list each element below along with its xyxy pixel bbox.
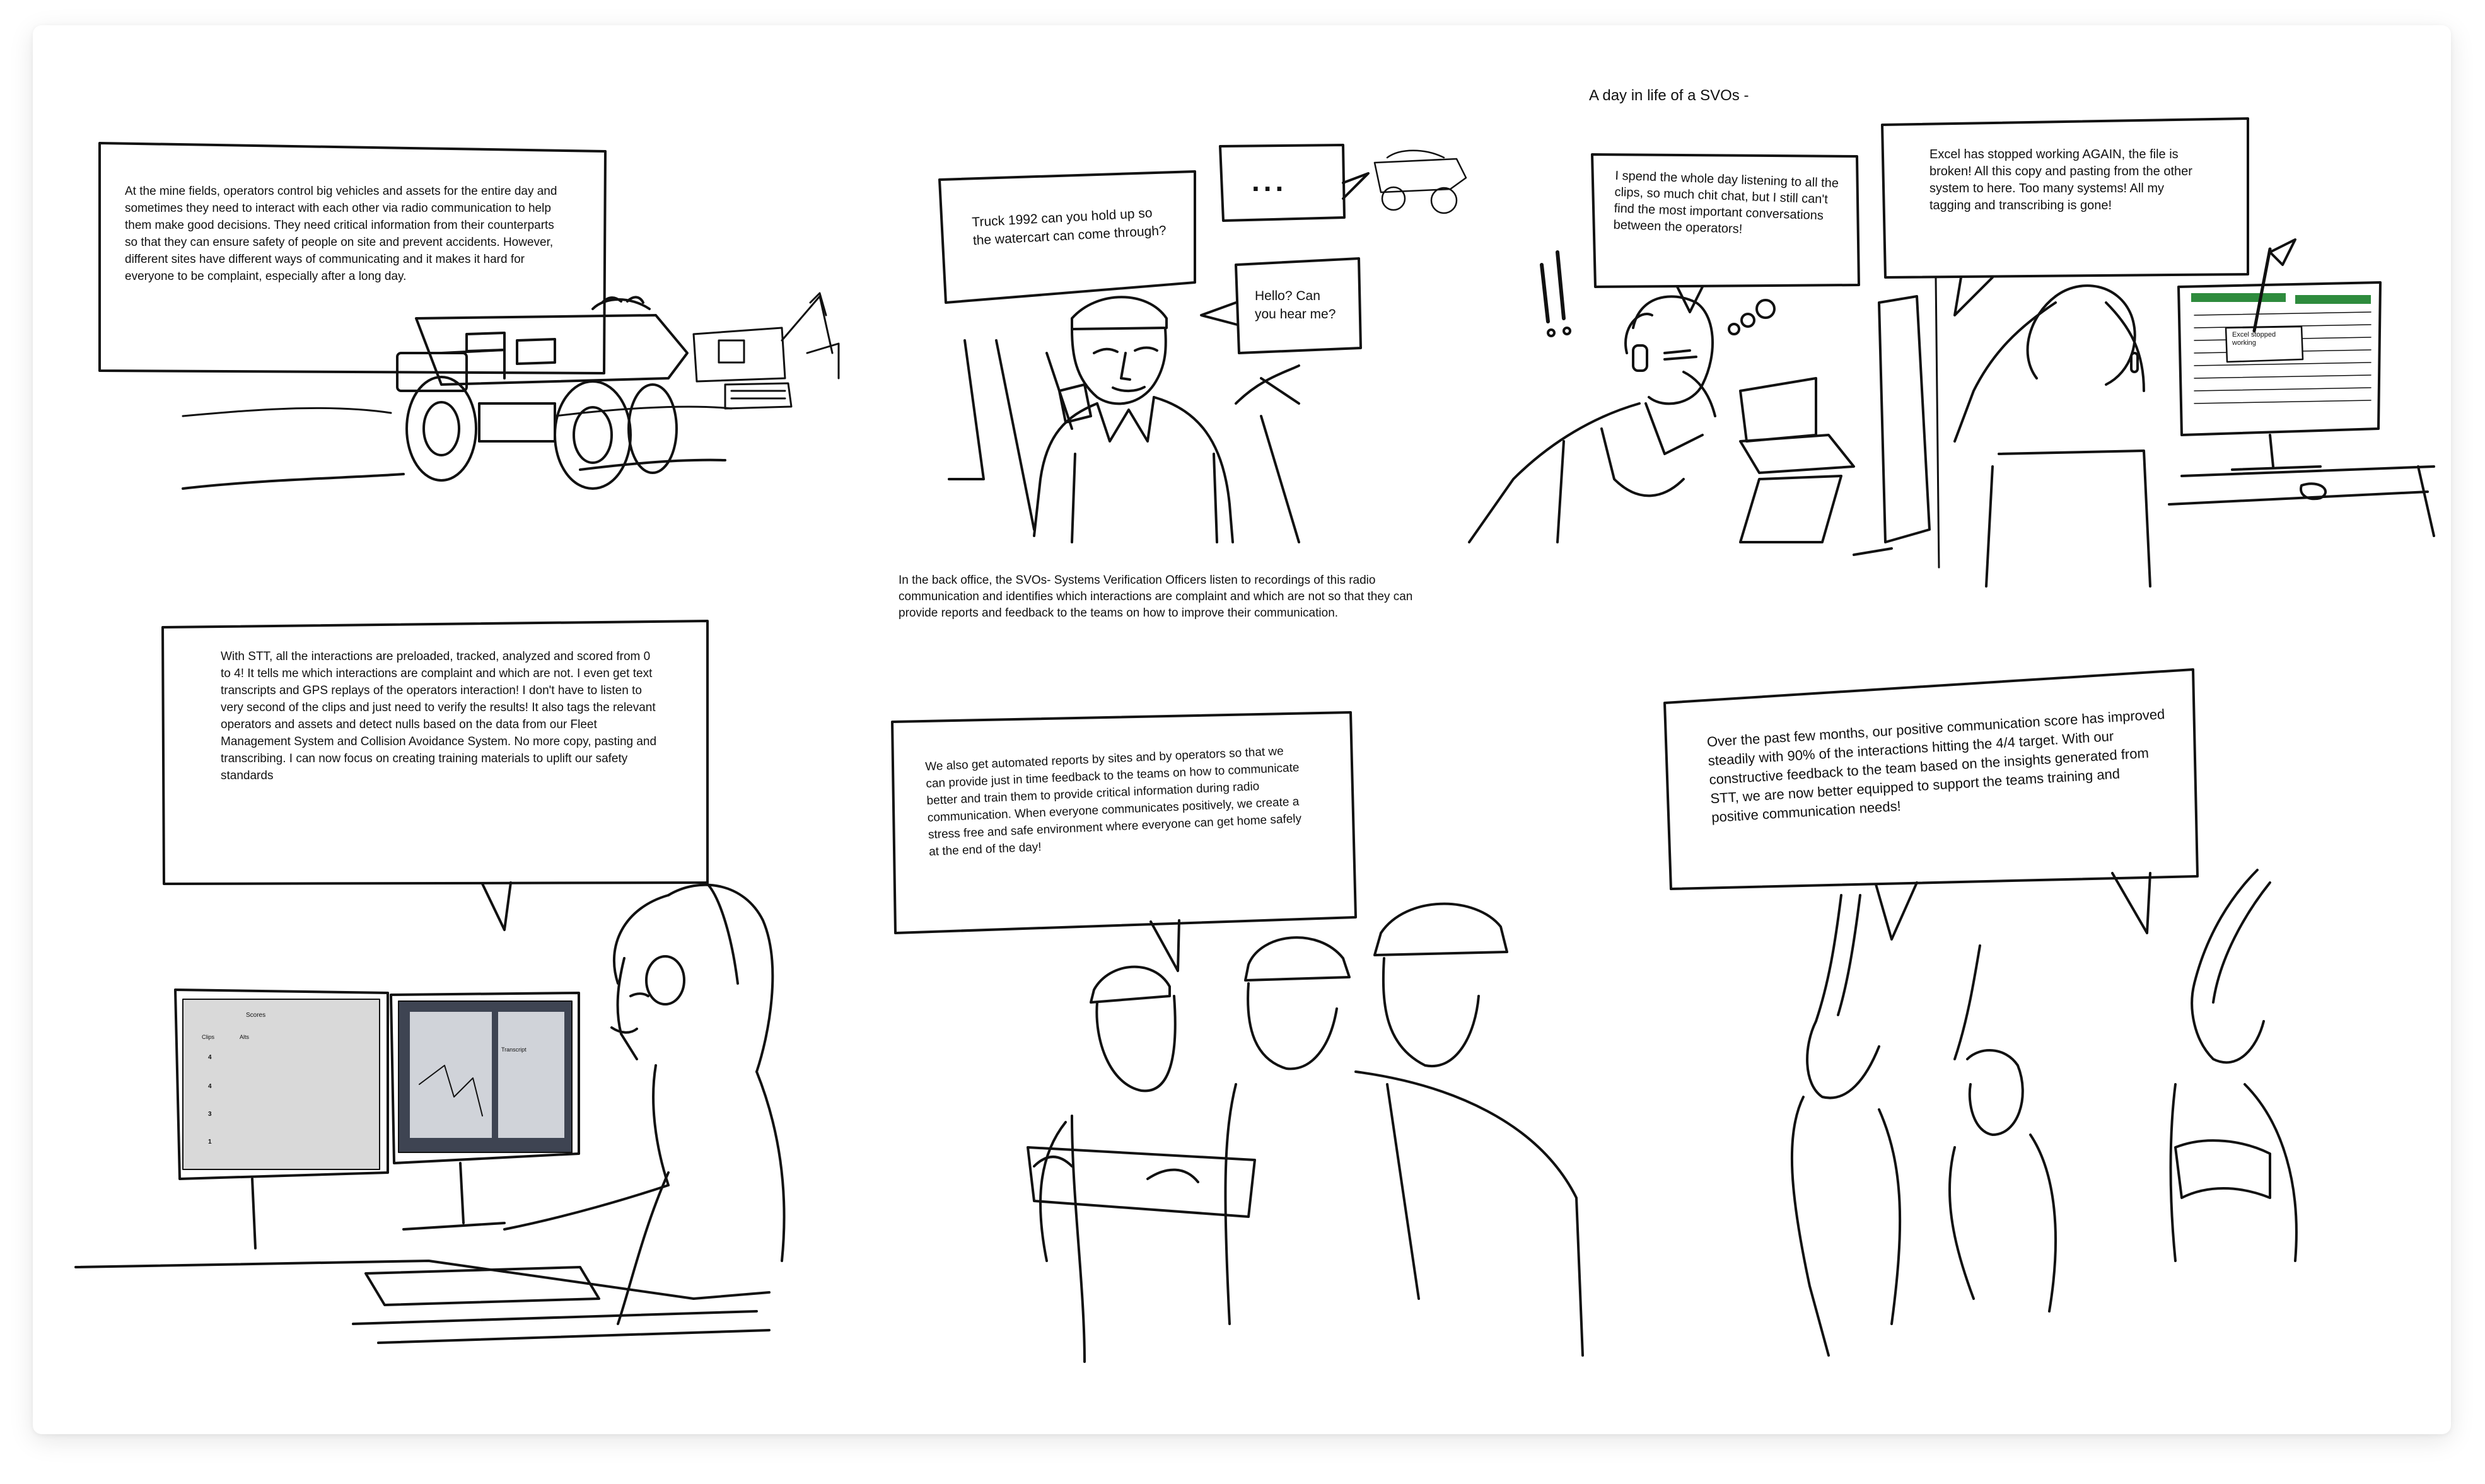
screen-scores-title: Scores [246, 1012, 266, 1019]
panel2-caption: In the back office, the SVOs- Systems Ve… [899, 574, 1413, 620]
excel-error-dialog: Excel stopped working [2232, 331, 2276, 347]
panel2-bubble-hello: Hello? Can you hear me? [1255, 289, 1336, 322]
radio-operator-figure [948, 296, 1300, 543]
excel-monitor-icon [2177, 238, 2382, 501]
small-truck-icon [1373, 149, 1467, 214]
frustrated-svo-figure [1953, 284, 2151, 588]
haul-truck-icon [396, 296, 689, 490]
screen-row-score: 4 [208, 1054, 212, 1061]
screen-tab-alts: Alts [240, 1034, 250, 1040]
panel3-bubble-listen: I spend the whole day listening to all t… [1613, 168, 1839, 236]
screen-transcript-title: Transcript [501, 1046, 527, 1053]
three-workers-figure [1027, 902, 1584, 1363]
excavator-icon [692, 292, 840, 410]
stressed-svo-figure [1468, 295, 1716, 543]
panel5-bubble: We also get automated reports by sites a… [924, 745, 1302, 859]
screen-row-score: 1 [208, 1139, 212, 1145]
screen-tab-clips: Clips [202, 1034, 215, 1040]
cheering-team-figure [1790, 869, 2298, 1357]
panel2-bubble-dots: ... [1252, 165, 1288, 197]
page-title: A day in life of a SVOs - [1589, 87, 1749, 104]
screen-row-score: 4 [208, 1083, 212, 1090]
panel2-sketch [938, 144, 1467, 543]
panel4-bubble: With STT, all the interactions are prelo… [221, 650, 657, 782]
panel1-caption: At the mine fields, operators control bi… [125, 185, 557, 283]
panel3-bubble-excel: Excel has stopped working AGAIN, the fil… [1929, 148, 2192, 212]
screen-row-score: 3 [208, 1111, 212, 1118]
